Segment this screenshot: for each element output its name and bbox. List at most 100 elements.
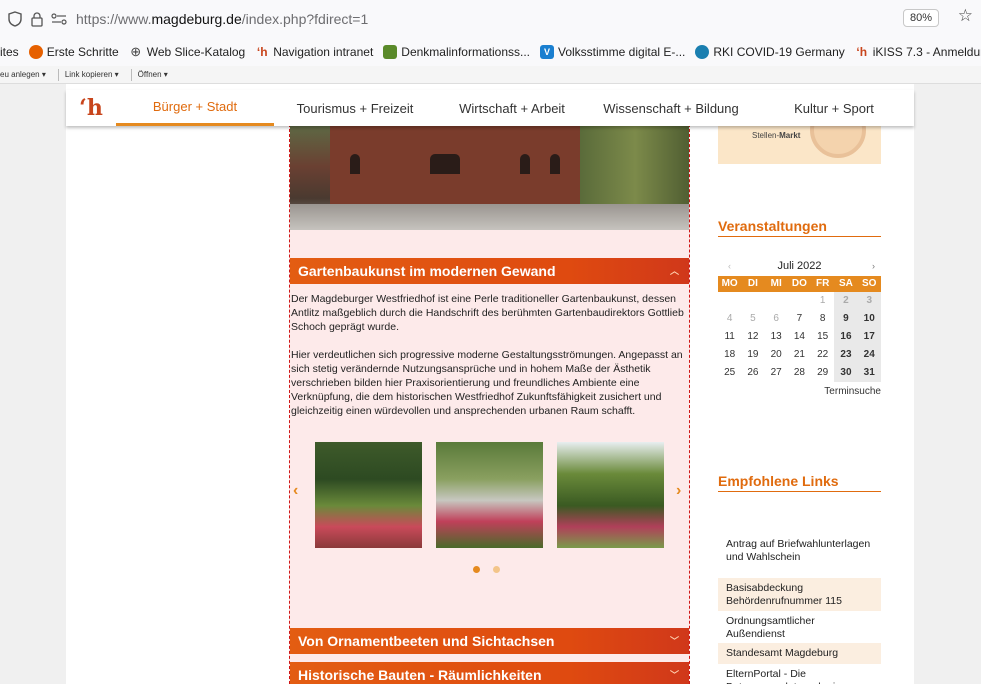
- shield-icon[interactable]: [4, 8, 26, 30]
- bookmark-item[interactable]: ʻh iKISS 7.3 - Anmeldung: [855, 45, 981, 59]
- calendar-day[interactable]: 18: [718, 346, 741, 364]
- accordion-historische-bauten[interactable]: Historische Bauten - Räumlichkeiten ﹀: [290, 662, 689, 684]
- bookmark-item[interactable]: V Volksstimme digital E-...: [540, 45, 685, 59]
- bookmark-item[interactable]: ites: [0, 45, 19, 59]
- zoom-indicator[interactable]: 80%: [902, 9, 939, 27]
- browser-toolbar: https://www.magdeburg.de/index.php?fdire…: [0, 0, 981, 38]
- calendar-day[interactable]: 11: [718, 328, 741, 346]
- calendar-day[interactable]: 29: [811, 364, 834, 382]
- nav-tourismus[interactable]: Tourismus + Freizeit: [274, 90, 436, 126]
- calendar-day[interactable]: 28: [788, 364, 811, 382]
- weekday-label: DO: [791, 278, 807, 289]
- calendar-week: 25 26 27 28 29 30 31: [718, 364, 881, 382]
- calendar-day[interactable]: 15: [811, 328, 834, 346]
- calendar-day[interactable]: 20: [765, 346, 788, 364]
- link-item[interactable]: Ordnungsamtlicher Außendienst: [718, 611, 881, 643]
- weekday-label: SO: [862, 278, 877, 289]
- accordion-ornamentbeete[interactable]: Von Ornamentbeeten und Sichtachsen ﹀: [290, 628, 689, 654]
- calendar-day[interactable]: 26: [741, 364, 764, 382]
- chevron-right-icon[interactable]: ›: [676, 482, 681, 500]
- nav-kultur-sport[interactable]: Kultur + Sport: [754, 90, 914, 126]
- gallery-thumbnail[interactable]: [315, 442, 422, 548]
- bookmark-item[interactable]: RKI COVID-19 Germany: [695, 45, 845, 59]
- bookmark-item[interactable]: ⊕ Web Slice-Katalog: [129, 44, 245, 59]
- calendar-days: 1 2 3 4 5 6 7 8 9 10 11 12 13 14 15 16 17 18 19 20 21 22 23 24 2…: [718, 292, 881, 382]
- bookmark-item[interactable]: Erste Schritte: [28, 45, 119, 59]
- accordion-title: Gartenbaukunst im modernen Gewand: [298, 263, 556, 279]
- calendar-day[interactable]: 9: [834, 310, 858, 328]
- url-field[interactable]: https://www.magdeburg.de/index.php?fdire…: [76, 11, 368, 27]
- window: [550, 154, 560, 174]
- calendar-day[interactable]: 31: [857, 364, 881, 382]
- calendar-day[interactable]: 13: [765, 328, 788, 346]
- calendar-day[interactable]: 17: [857, 328, 881, 346]
- bookmark-item[interactable]: Denkmalinformationss...: [383, 45, 530, 59]
- calendar-day[interactable]: 6: [765, 310, 788, 328]
- copy-link-menu[interactable]: Link kopieren ▾: [65, 70, 119, 79]
- calendar-day[interactable]: 30: [834, 364, 858, 382]
- calendar-day[interactable]: 8: [811, 310, 834, 328]
- calendar-day[interactable]: 3: [857, 292, 881, 310]
- weekday-label: MI: [770, 278, 782, 289]
- star-bookmark-icon[interactable]: ☆: [958, 6, 973, 26]
- calendar-day[interactable]: 4: [718, 310, 741, 328]
- link-item[interactable]: Standesamt Magdeburg: [718, 643, 881, 664]
- calendar-day[interactable]: 2: [834, 292, 858, 310]
- nav-wirtschaft[interactable]: Wirtschaft + Arbeit: [436, 90, 588, 126]
- divider: [57, 68, 59, 81]
- magdeburg-logo-icon: ʻh: [856, 45, 868, 59]
- link-item[interactable]: ElternPortal - Die Betreuungsplatzsuche …: [718, 664, 881, 684]
- calendar-weekdays: MO DI MI DO FR SA SO: [718, 276, 881, 292]
- calendar-day[interactable]: 25: [718, 364, 741, 382]
- chevron-left-icon[interactable]: ‹: [293, 482, 298, 500]
- recommended-links: Antrag auf Briefwahlunterlagen und Wahls…: [718, 534, 881, 684]
- calendar-day[interactable]: 23: [834, 346, 858, 364]
- prev-month-icon[interactable]: ‹: [728, 256, 731, 276]
- bookmark-item[interactable]: ʻh Navigation intranet: [255, 45, 373, 59]
- accordion-gartenbaukunst[interactable]: Gartenbaukunst im modernen Gewand ︿: [290, 258, 689, 284]
- calendar-day[interactable]: 24: [857, 346, 881, 364]
- gallery-thumbnail[interactable]: [557, 442, 664, 548]
- calendar-day[interactable]: 27: [765, 364, 788, 382]
- links-heading: Empfohlene Links: [718, 473, 881, 492]
- calendar-week: 18 19 20 21 22 23 24: [718, 346, 881, 364]
- paragraph-1: Der Magdeburger Westfriedhof ist eine Pe…: [291, 293, 684, 333]
- person-icon: [810, 124, 866, 158]
- gallery-thumbnail[interactable]: [436, 442, 543, 548]
- calendar-day[interactable]: 21: [788, 346, 811, 364]
- ground: [290, 204, 689, 230]
- calendar-day[interactable]: 16: [834, 328, 858, 346]
- events-heading: Veranstaltungen: [718, 218, 881, 237]
- carousel-dot-active[interactable]: [473, 566, 480, 573]
- hero-image: [290, 124, 689, 230]
- next-month-icon[interactable]: ›: [872, 256, 875, 276]
- nav-wissenschaft[interactable]: Wissenschaft + Bildung: [588, 90, 754, 126]
- new-bookmark-menu[interactable]: eu anlegen ▾: [0, 70, 46, 79]
- permissions-icon[interactable]: [48, 8, 70, 30]
- calendar-day[interactable]: 1: [811, 292, 834, 310]
- job-market-banner[interactable]: Stellen-Markt: [718, 124, 881, 164]
- calendar-day[interactable]: 22: [811, 346, 834, 364]
- carousel-dot[interactable]: [493, 566, 500, 573]
- link-item[interactable]: Antrag auf Briefwahlunterlagen und Wahls…: [718, 534, 881, 578]
- calendar-day: [788, 292, 811, 310]
- calendar-day[interactable]: 7: [788, 310, 811, 328]
- paragraph-2: Hier verdeutlichen sich progressive mode…: [291, 349, 683, 417]
- link-item[interactable]: Basisabdeckung Behördenrufnummer 115: [718, 578, 881, 611]
- right-sidebar: Stellen-Markt Veranstaltungen ‹ Juli 202…: [718, 124, 881, 684]
- calendar-day[interactable]: 12: [741, 328, 764, 346]
- open-menu[interactable]: Öffnen ▾: [138, 70, 168, 79]
- nav-buerger-stadt[interactable]: Bürger + Stadt: [116, 90, 274, 126]
- lock-icon[interactable]: [26, 8, 48, 30]
- calendar-day[interactable]: 10: [857, 310, 881, 328]
- chevron-down-icon: ﹀: [669, 636, 679, 646]
- event-search-link[interactable]: Terminsuche: [718, 386, 881, 397]
- calendar-day[interactable]: 5: [741, 310, 764, 328]
- magdeburg-logo-icon: ʻh: [256, 45, 268, 59]
- city-logo[interactable]: ʻh: [66, 90, 116, 126]
- calendar-day[interactable]: 14: [788, 328, 811, 346]
- calendar-day: [765, 292, 788, 310]
- rki-icon: [695, 45, 710, 59]
- window: [430, 154, 460, 174]
- calendar-day[interactable]: 19: [741, 346, 764, 364]
